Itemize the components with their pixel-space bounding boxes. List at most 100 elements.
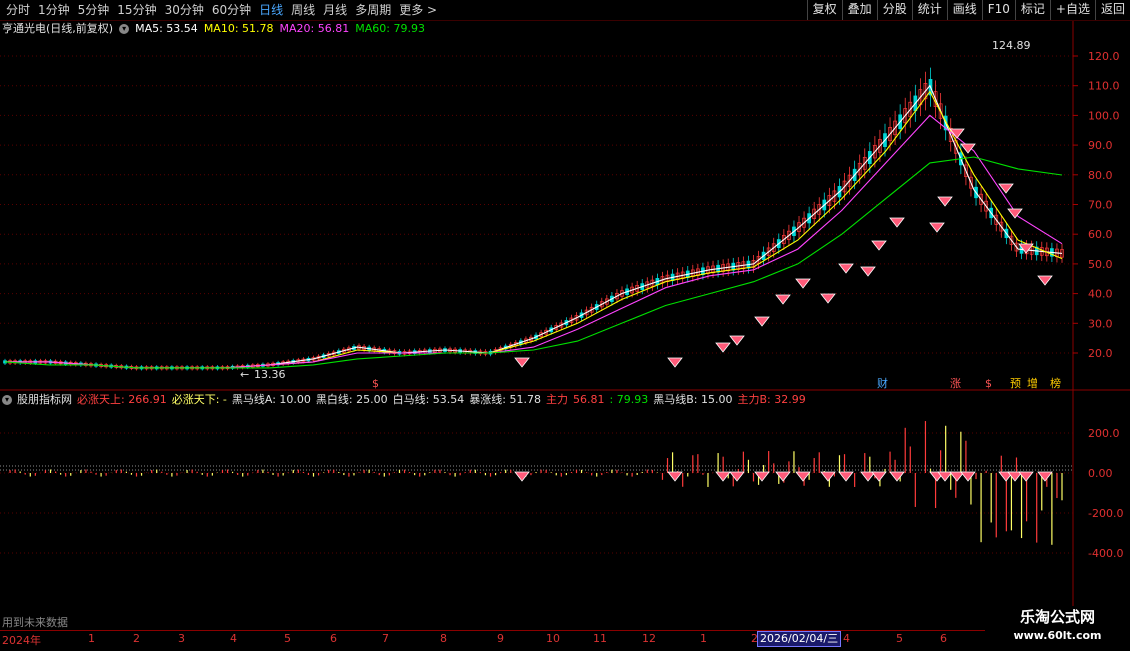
candle-body [847,174,852,187]
tab-60min[interactable]: 60分钟 [208,0,255,20]
overlay-button[interactable]: 叠加 [841,0,877,20]
candle-body [483,350,488,355]
candle-body [812,208,817,219]
candle-body [519,340,523,345]
candle-body [594,304,599,310]
candle-body [205,366,210,370]
diamond-signal-icon [937,471,953,482]
add-watchlist-button[interactable]: +自选 [1049,0,1095,20]
candle-body [48,360,53,364]
candle-body [377,348,382,352]
mark-button[interactable]: 标记 [1014,0,1050,20]
candle-body [852,168,857,181]
tab-30min[interactable]: 30分钟 [161,0,208,20]
tab-daily[interactable]: 日线 [255,0,287,20]
diamond-signal-icon [667,357,683,368]
kline-chart[interactable]: 120.0 110.0 100.0 90.0 80.0 70.0 60.0 50.0 40.0 3… [0,0,1130,630]
tab-weekly[interactable]: 周线 [287,0,319,20]
tab-15min[interactable]: 15分钟 [113,0,160,20]
candle-body [711,265,715,274]
candle-body [119,365,124,369]
candle-body [276,362,280,366]
candle-body [433,348,437,353]
tab-more[interactable]: 更多 > [395,0,441,20]
price-tick-label: 40.0 [1088,288,1113,301]
candle-body [291,360,296,364]
event-marker-dollar-2: $ [985,377,992,390]
candle-body [417,349,422,354]
month-label: 3 [178,632,185,645]
indicator-name: 股朋指标网 [17,393,72,406]
candle-body [898,114,903,130]
candle-body [139,366,144,370]
watermark-logo: 乐淘公式网 www.60lt.com [985,606,1130,650]
candle-body [367,346,371,351]
candle-body [503,345,508,350]
tab-monthly[interactable]: 月线 [319,0,351,20]
price-tick-label: 80.0 [1088,169,1113,182]
candle-body [857,162,862,176]
candle-body [655,278,660,286]
candle-body [250,364,255,368]
candle-body [33,360,38,364]
main-chart-legend: 亨通光电(日线,前复权) ▾ MA5: 53.54 MA10: 51.78 MA… [2,21,425,37]
candle-body [787,230,791,241]
indicator-bars [9,421,1063,545]
draw-line-button[interactable]: 画线 [946,0,982,20]
candle-body [38,360,43,364]
year-label: 2024年 [2,634,41,647]
tab-minute[interactable]: 分时 [2,0,34,20]
month-label: 5 [896,632,903,645]
candle-body [1029,246,1034,255]
candle-body [685,270,690,278]
tab-5min[interactable]: 5分钟 [74,0,114,20]
month-label: 10 [546,632,560,645]
diamond-signal-icon [1007,208,1023,219]
candle-body [286,360,291,364]
chevron-down-icon[interactable]: ▾ [119,24,130,34]
candle-body [1039,247,1044,256]
candle-body [508,343,513,348]
candle-body [84,362,88,366]
split-button[interactable]: 分股 [876,0,912,20]
candle-body [549,327,554,333]
candle-body [316,355,321,360]
candle-body [690,269,695,277]
event-marker-forecast: 预 [1010,377,1021,390]
candle-body [347,347,351,352]
tab-multi-period[interactable]: 多周期 [351,0,395,20]
chevron-down-icon[interactable]: ▾ [2,395,12,405]
indicator-item: : 79.93 [609,393,649,406]
tab-1min[interactable]: 1分钟 [34,0,74,20]
candle-body [134,366,139,370]
candle-body [195,366,200,370]
candle-body [781,235,786,245]
diamond-signal-icon [960,143,976,154]
candle-body [569,317,574,323]
candle-body [488,350,493,355]
price-tick-label: 70.0 [1088,199,1113,212]
candle-body [807,213,811,224]
candle-body [665,274,670,282]
statistics-button[interactable]: 统计 [911,0,947,20]
candle-body [321,354,326,358]
indicator-item: 必涨天上: 266.91 [77,393,167,406]
restore-right-button[interactable]: 复权 [806,0,842,20]
candle-body [1055,248,1059,258]
candle-body [630,286,634,294]
candle-body [3,360,7,364]
month-label: 4 [230,632,237,645]
diamond-signal-icon [860,471,876,482]
candle-body [994,214,999,225]
candle-body [402,351,407,355]
candle-body [974,186,978,199]
candle-body [200,366,205,370]
f10-button[interactable]: F10 [981,0,1015,20]
back-button[interactable]: 返回 [1094,0,1130,20]
candle-body [746,260,751,269]
candle-body [964,164,968,177]
ma-line-ma20 [5,114,1063,369]
candle-body [1019,245,1024,254]
candle-body [534,334,538,340]
candle-body [721,264,726,272]
